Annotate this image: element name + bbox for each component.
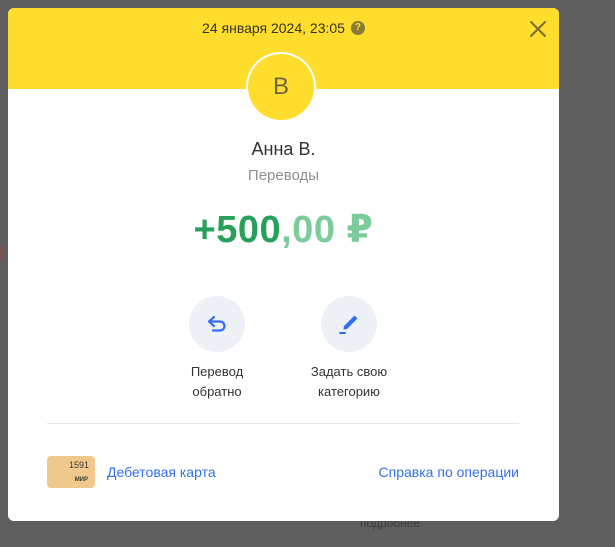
operation-datetime: 24 января 2024, 23:05 ? <box>8 20 559 36</box>
close-button[interactable] <box>527 18 549 40</box>
set-category-button[interactable]: Задать свою категорию <box>289 296 409 402</box>
counterparty-name: Анна В. <box>251 139 316 159</box>
set-category-label: Задать свою категорию <box>310 364 388 399</box>
datetime-text: 24 января 2024, 23:05 <box>202 20 345 36</box>
amount-integer: +500 <box>193 209 282 251</box>
operation-category: Переводы <box>247 167 320 184</box>
set-category-circle[interactable] <box>321 296 377 352</box>
pencil-icon <box>339 315 358 334</box>
operation-details-modal: 24 января 2024, 23:05 ? B Анна В. Перево… <box>8 8 559 521</box>
section-divider <box>47 423 519 424</box>
transfer-back-circle[interactable] <box>189 296 245 352</box>
return-arrow-icon <box>207 315 226 332</box>
card-payment-system: МИР <box>74 477 88 483</box>
amount-fraction: ,00 ₽ <box>281 209 374 251</box>
operation-amount: +500,00 ₽ <box>8 206 559 254</box>
card-label[interactable]: Дебетовая карта <box>107 464 216 480</box>
card-thumbnail: 1591 МИР <box>47 456 95 488</box>
transfer-back-label: Перевод обратно <box>190 364 244 399</box>
question-circle-icon[interactable]: ? <box>350 21 365 35</box>
avatar: B <box>248 54 314 120</box>
operation-help-link[interactable]: Справка по операции <box>379 464 519 480</box>
debit-card-link[interactable]: 1591 МИР Дебетовая карта <box>47 456 216 488</box>
close-icon <box>530 21 546 37</box>
card-number: 1591 <box>68 460 89 470</box>
backdrop-edge-mark <box>0 246 3 260</box>
transfer-back-button[interactable]: Перевод обратно <box>157 296 277 402</box>
